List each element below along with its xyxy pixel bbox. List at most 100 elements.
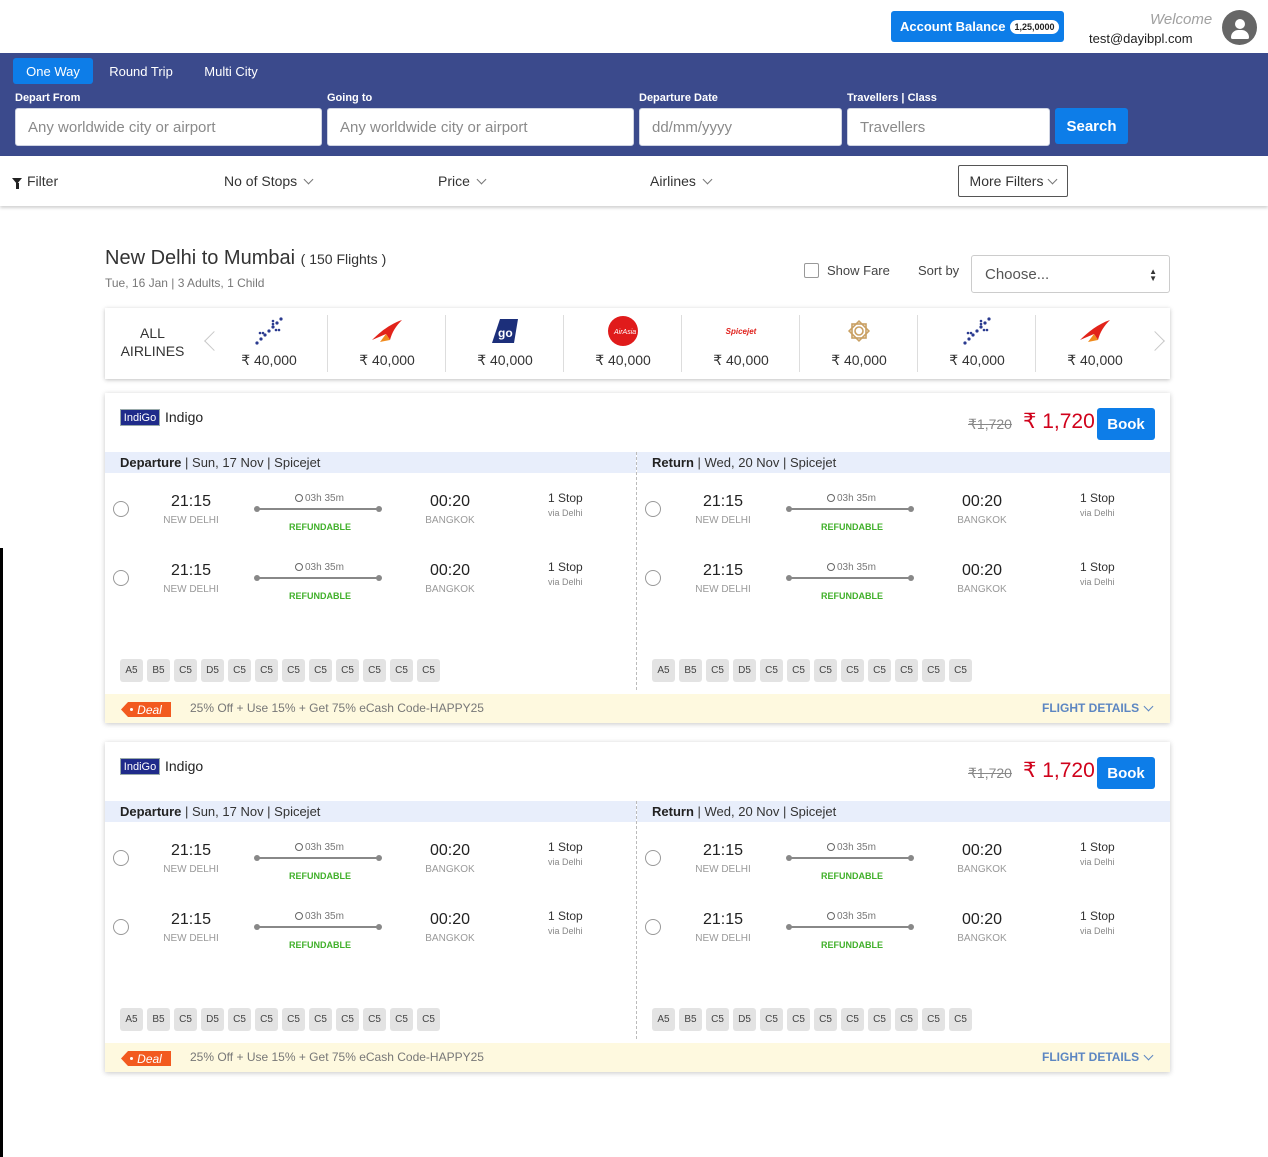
fare-class-chip[interactable]: C5 — [760, 1008, 783, 1031]
fare-class-chip[interactable]: C5 — [363, 1008, 386, 1031]
fare-class-chip[interactable]: C5 — [787, 659, 810, 682]
fare-class-chip[interactable]: C5 — [174, 1008, 197, 1031]
fare-class-chip[interactable]: C5 — [706, 1008, 729, 1031]
fare-class-chip[interactable]: D5 — [733, 1008, 756, 1031]
fare-class-chip[interactable]: D5 — [201, 659, 224, 682]
filter-toggle[interactable]: Filter — [12, 173, 58, 189]
fare-class-chip[interactable]: C5 — [922, 1008, 945, 1031]
show-fare-checkbox[interactable] — [804, 263, 819, 278]
airline-option[interactable]: ₹ 40,000 — [800, 315, 918, 372]
fare-class-chip[interactable]: B5 — [679, 659, 702, 682]
fare-class-chip[interactable]: C5 — [336, 659, 359, 682]
segment-radio[interactable] — [645, 850, 661, 866]
tab-multi-city[interactable]: Multi City — [193, 58, 269, 84]
search-button[interactable]: Search — [1055, 108, 1128, 144]
fare-class-chip[interactable]: C5 — [922, 659, 945, 682]
fare-class-chip[interactable]: C5 — [841, 659, 864, 682]
fare-class-chip[interactable]: C5 — [309, 1008, 332, 1031]
fare-class-chip[interactable]: C5 — [868, 659, 891, 682]
fare-class-chip[interactable]: C5 — [363, 659, 386, 682]
airline-option[interactable]: AirAsia ₹ 40,000 — [564, 315, 682, 372]
fare-class-chip[interactable]: C5 — [949, 659, 972, 682]
flight-segment[interactable]: 21:15 NEW DELHI 03h 35m REFUNDABLE 00:20… — [637, 555, 1137, 605]
flight-segment[interactable]: 21:15 NEW DELHI 03h 35m REFUNDABLE 00:20… — [637, 486, 1137, 536]
fare-class-chip[interactable]: C5 — [228, 1008, 251, 1031]
fare-class-chip[interactable]: C5 — [255, 659, 278, 682]
flight-details-link[interactable]: FLIGHT DETAILS — [1042, 1050, 1154, 1064]
fare-class-chip[interactable]: D5 — [201, 1008, 224, 1031]
segment-radio[interactable] — [645, 570, 661, 586]
sort-select[interactable]: Choose... ▲ ▼ — [971, 255, 1170, 293]
fare-class-chip[interactable]: C5 — [282, 1008, 305, 1031]
all-airlines-button[interactable]: ALL AIRLINES — [105, 324, 200, 360]
fare-class-chip[interactable]: C5 — [760, 659, 783, 682]
segment-radio[interactable] — [113, 501, 129, 517]
fare-class-chip[interactable]: C5 — [255, 1008, 278, 1031]
more-filters-button[interactable]: More Filters — [958, 165, 1068, 197]
airline-option[interactable]: ₹ 40,000 — [210, 315, 328, 372]
fare-class-chip[interactable]: A5 — [652, 659, 675, 682]
show-fare-toggle[interactable]: Show Fare — [804, 263, 890, 278]
airline-option[interactable]: ₹ 40,000 — [328, 315, 446, 372]
airline-option[interactable]: Spicejet ₹ 40,000 — [682, 315, 800, 372]
segment-radio[interactable] — [645, 501, 661, 517]
airline-option[interactable]: ₹ 40,000 — [1036, 315, 1154, 372]
fare-class-chip[interactable]: C5 — [417, 1008, 440, 1031]
price-filter-dropdown[interactable]: Price — [438, 173, 487, 189]
fare-class-chip[interactable]: C5 — [336, 1008, 359, 1031]
fare-class-chip[interactable]: C5 — [949, 1008, 972, 1031]
fare-class-chip[interactable]: B5 — [679, 1008, 702, 1031]
tab-one-way[interactable]: One Way — [13, 58, 93, 84]
fare-class-chip[interactable]: A5 — [652, 1008, 675, 1031]
fare-class-chip[interactable]: C5 — [417, 659, 440, 682]
fare-class-chip[interactable]: B5 — [147, 1008, 170, 1031]
fare-class-chip[interactable]: C5 — [282, 659, 305, 682]
fare-class-chip[interactable]: C5 — [895, 1008, 918, 1031]
flight-details-link[interactable]: FLIGHT DETAILS — [1042, 701, 1154, 715]
fare-class-chip[interactable]: C5 — [787, 1008, 810, 1031]
departure-city: NEW DELHI — [163, 584, 219, 595]
fare-class-chip[interactable]: C5 — [390, 659, 413, 682]
fare-class-chip[interactable]: A5 — [120, 659, 143, 682]
fare-class-chip[interactable]: C5 — [814, 659, 837, 682]
book-button[interactable]: Book — [1097, 757, 1155, 789]
departure-city: NEW DELHI — [695, 864, 751, 875]
account-balance-button[interactable]: Account Balance 1,25,0000 — [891, 11, 1064, 42]
fare-class-chip[interactable]: C5 — [390, 1008, 413, 1031]
tab-round-trip[interactable]: Round Trip — [101, 58, 181, 84]
fare-class-chip[interactable]: A5 — [120, 1008, 143, 1031]
fare-class-chip[interactable]: C5 — [841, 1008, 864, 1031]
flight-segment[interactable]: 21:15 NEW DELHI 03h 35m REFUNDABLE 00:20… — [105, 904, 605, 954]
depart-from-input[interactable]: Any worldwide city or airport — [15, 108, 322, 146]
flight-segment[interactable]: 21:15 NEW DELHI 03h 35m REFUNDABLE 00:20… — [105, 835, 605, 885]
airline-option[interactable]: go ₹ 40,000 — [446, 315, 564, 372]
duration-text: 03h 35m — [305, 911, 344, 922]
segment-radio[interactable] — [113, 850, 129, 866]
flight-segment[interactable]: 21:15 NEW DELHI 03h 35m REFUNDABLE 00:20… — [637, 904, 1137, 954]
book-button[interactable]: Book — [1097, 408, 1155, 440]
segment-radio[interactable] — [645, 919, 661, 935]
departure-date-input[interactable]: dd/mm/yyyy — [639, 108, 842, 146]
fare-class-chip[interactable]: D5 — [733, 659, 756, 682]
chevron-down-icon — [1143, 701, 1154, 711]
flight-segment[interactable]: 21:15 NEW DELHI 03h 35m REFUNDABLE 00:20… — [105, 555, 605, 605]
airasia-icon: AirAsia — [564, 315, 682, 347]
fare-class-chip[interactable]: C5 — [228, 659, 251, 682]
airlines-filter-dropdown[interactable]: Airlines — [650, 173, 713, 189]
fare-class-chip[interactable]: C5 — [309, 659, 332, 682]
fare-class-chip[interactable]: C5 — [868, 1008, 891, 1031]
fare-class-chip[interactable]: C5 — [814, 1008, 837, 1031]
fare-class-chip[interactable]: C5 — [174, 659, 197, 682]
fare-class-chip[interactable]: C5 — [895, 659, 918, 682]
user-avatar-icon[interactable] — [1222, 10, 1257, 45]
flight-segment[interactable]: 21:15 NEW DELHI 03h 35m REFUNDABLE 00:20… — [105, 486, 605, 536]
segment-radio[interactable] — [113, 570, 129, 586]
fare-class-chip[interactable]: C5 — [706, 659, 729, 682]
airline-option[interactable]: ₹ 40,000 — [918, 315, 1036, 372]
fare-class-chip[interactable]: B5 — [147, 659, 170, 682]
flight-segment[interactable]: 21:15 NEW DELHI 03h 35m REFUNDABLE 00:20… — [637, 835, 1137, 885]
stops-filter-dropdown[interactable]: No of Stops — [224, 173, 314, 189]
going-to-input[interactable]: Any worldwide city or airport — [327, 108, 634, 146]
travellers-input[interactable]: Travellers — [847, 108, 1050, 146]
segment-radio[interactable] — [113, 919, 129, 935]
